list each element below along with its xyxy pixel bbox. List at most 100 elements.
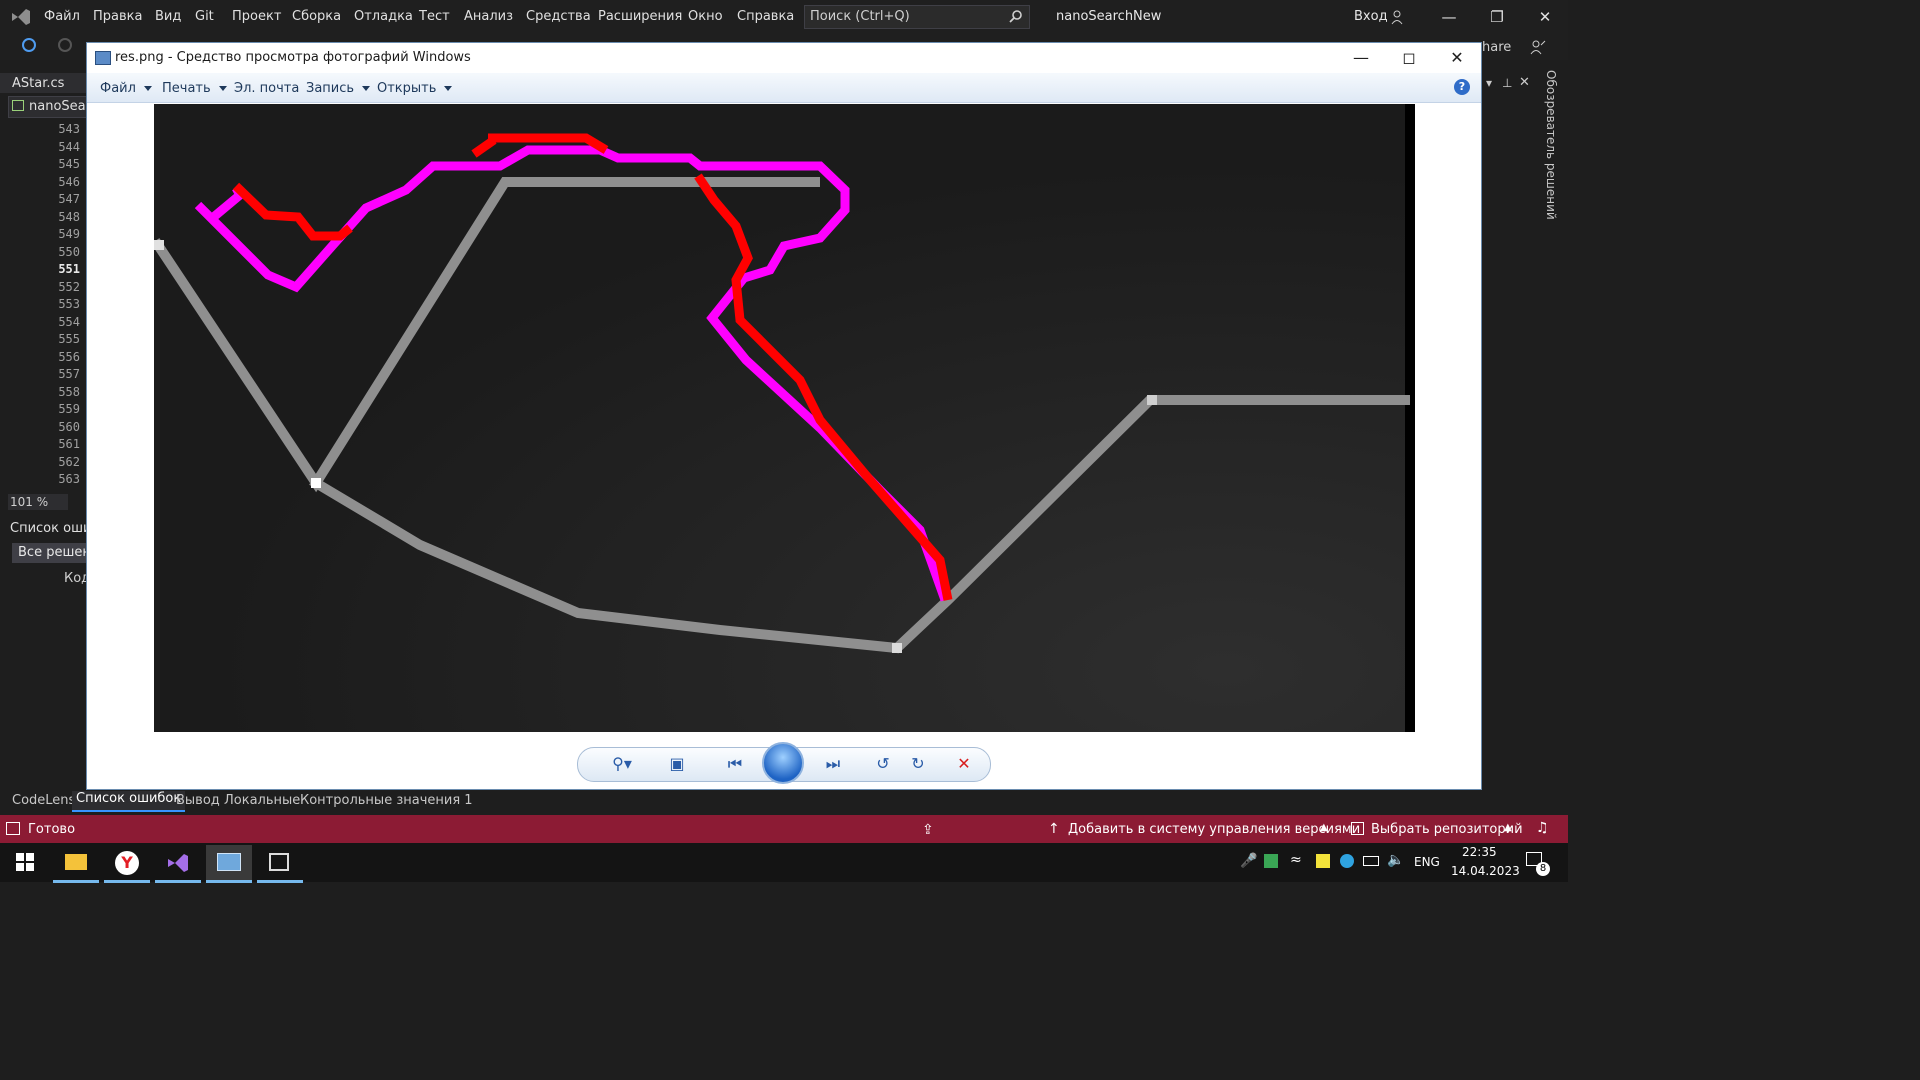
menu-view[interactable]: Вид [155,9,181,24]
menu-extensions[interactable]: Расширения [598,9,682,24]
photo-viewer-icon [217,853,241,871]
pv-close-button[interactable]: ✕ [1442,49,1472,67]
taskbar-file-explorer[interactable] [53,845,99,883]
editor-line-gutter: 543 544 545 546 547 548 549 550 551 552 … [8,118,86,490]
feedback-icon[interactable] [1530,39,1546,55]
clock-date[interactable]: 14.04.2023 [1451,864,1520,878]
menu-project[interactable]: Проект [232,9,281,24]
pv-menu-email[interactable]: Эл. почта [234,81,299,96]
line-number: 556 [58,350,80,364]
microphone-icon[interactable]: 🎤 [1240,853,1257,869]
wifi-icon[interactable]: ≈ [1290,852,1302,868]
menu-help[interactable]: Справка [737,9,794,24]
csharp-project-icon [12,100,24,111]
rotate-left-icon[interactable]: ↺ [870,752,896,776]
photo-viewer-title: res.png - Средство просмотра фотографий … [115,50,471,65]
actual-size-icon[interactable]: ▣ [664,752,690,776]
tab-watch-1[interactable]: Контрольные значения 1 [300,793,473,808]
tray-app-icon[interactable] [1264,854,1278,868]
tab-locals[interactable]: Локальные [224,793,300,808]
nav-back-icon[interactable] [22,38,36,52]
notifications-bell-icon[interactable]: ♫ [1536,820,1549,836]
project-nav-label: nanoSearchNew [29,99,87,114]
menu-test[interactable]: Тест [419,9,450,24]
search-icon [1009,10,1022,23]
zoom-icon[interactable]: ⚲▾ [605,752,639,776]
tab-codelens[interactable]: CodeLens [12,793,75,808]
line-number: 549 [58,227,80,241]
line-number: 558 [58,385,80,399]
select-repository-button[interactable]: Выбрать репозиторий [1371,822,1523,837]
taskbar-window-switcher[interactable] [257,845,303,883]
slideshow-button[interactable] [762,742,804,784]
clock-time[interactable]: 22:35 [1462,845,1497,859]
repository-icon [1351,822,1364,835]
publish-icon[interactable]: ⇪ [922,822,934,838]
visual-studio-logo-icon [12,9,30,25]
pv-menu-open[interactable]: Открыть [377,81,453,96]
line-number: 560 [58,420,80,434]
menu-analyze[interactable]: Анализ [464,9,513,24]
line-number: 550 [58,245,80,259]
line-number: 545 [58,157,80,171]
visual-studio-icon [168,854,188,872]
panel-close-icon[interactable]: ✕ [1519,75,1530,90]
menu-debug[interactable]: Отладка [354,9,413,24]
volume-icon[interactable]: 🔈 [1387,852,1404,868]
rotate-right-icon[interactable]: ↻ [905,752,931,776]
menu-window[interactable]: Окно [688,9,723,24]
project-nav-dropdown[interactable]: nanoSearchNew [8,96,90,118]
taskbar-photo-viewer[interactable] [206,845,252,883]
pv-maximize-button[interactable]: ◻ [1394,49,1424,67]
editor-tab-astar[interactable]: AStar.cs [0,73,86,93]
vs-search-box[interactable]: Поиск (Ctrl+Q) [804,5,1030,29]
line-number: 555 [58,332,80,346]
live-share-button[interactable]: hare [1482,40,1511,55]
pv-minimize-button[interactable]: — [1346,49,1376,67]
vs-minimize-button[interactable]: — [1438,6,1460,28]
line-number-current: 551 [58,262,80,276]
nav-forward-icon[interactable] [58,38,72,52]
menu-tools[interactable]: Средства [526,9,591,24]
panel-dropdown-icon[interactable]: ▾ [1486,76,1492,90]
line-number: 559 [58,402,80,416]
arrow-up-icon: ↑ [1048,821,1060,837]
help-icon[interactable]: ? [1454,79,1470,95]
telegram-icon[interactable] [1340,854,1354,868]
vs-restore-button[interactable]: ❐ [1486,6,1508,28]
next-icon[interactable]: ⏭ [820,752,846,776]
line-number: 544 [58,140,80,154]
menu-build[interactable]: Сборка [292,9,341,24]
account-icon[interactable] [1390,9,1406,25]
zoom-dropdown[interactable]: 101 % [8,494,68,510]
error-list-scope-dropdown[interactable]: Все решения [12,543,107,563]
previous-icon[interactable]: ⏮ [722,752,748,776]
pv-menu-burn[interactable]: Запись [306,81,371,96]
battery-icon[interactable] [1363,856,1379,866]
line-number: 554 [58,315,80,329]
taskbar-yandex-browser[interactable]: Y [104,845,150,883]
pv-menu-burn-label: Запись [306,81,355,96]
line-number: 543 [58,122,80,136]
language-indicator[interactable]: ENG [1414,855,1440,869]
menu-git[interactable]: Git [195,9,214,24]
menu-file[interactable]: Файл [44,9,80,24]
tab-error-list[interactable]: Список ошибок [72,791,186,812]
tray-notes-icon[interactable] [1316,854,1330,868]
panel-pin-icon[interactable]: ⊥ [1502,76,1512,90]
solution-explorer-side-tab[interactable]: Обозреватель решений [1540,70,1562,790]
menu-edit[interactable]: Правка [93,9,142,24]
line-number: 548 [58,210,80,224]
tab-output[interactable]: Вывод [176,793,220,808]
pv-menu-file[interactable]: Файл [100,81,152,96]
status-ready: Готово [28,822,76,837]
taskbar-visual-studio[interactable] [155,845,201,883]
chevron-down-icon [444,86,453,91]
windows-start-icon[interactable] [16,853,34,871]
pv-menu-print[interactable]: Печать [162,81,227,96]
delete-icon[interactable]: ✕ [951,752,977,776]
login-link[interactable]: Вход [1354,9,1388,24]
notification-count-badge: 8 [1536,862,1550,876]
add-to-source-control-button[interactable]: Добавить в систему управления версиями [1068,822,1360,837]
vs-close-button[interactable]: ✕ [1534,6,1556,28]
